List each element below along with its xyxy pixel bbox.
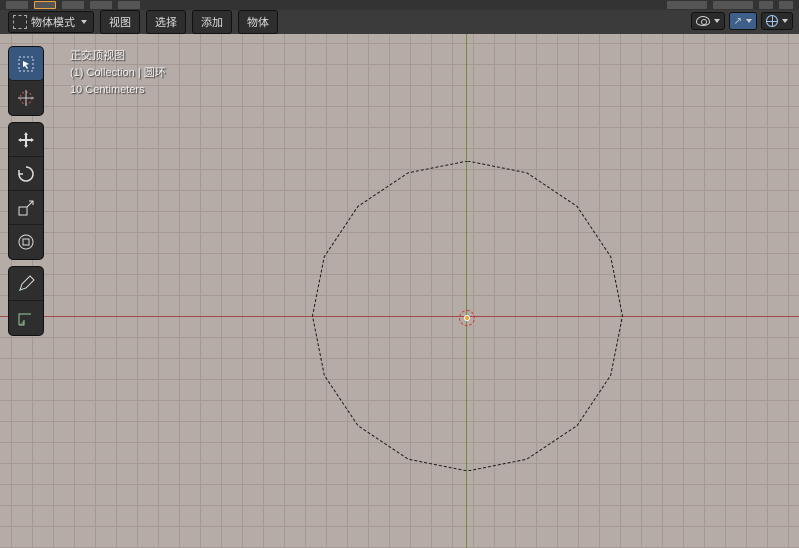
eye-icon xyxy=(696,16,710,26)
overlay-toggle[interactable] xyxy=(691,12,725,30)
rotate-icon xyxy=(16,164,36,184)
viewport-header: 物体模式 视图 选择 添加 物体 xyxy=(0,10,799,34)
title-strip xyxy=(0,0,799,10)
shading-toggle[interactable] xyxy=(761,12,793,30)
tool-rotate[interactable] xyxy=(9,157,43,191)
tool-group-select xyxy=(8,46,44,116)
tool-group-annotate xyxy=(8,266,44,336)
collection-line: (1) Collection | 圆环 xyxy=(70,65,166,82)
ruler-icon xyxy=(16,308,36,328)
select-box-icon xyxy=(16,54,36,74)
transform-icon xyxy=(16,232,36,252)
chevron-down-icon xyxy=(714,19,720,23)
chevron-down-icon xyxy=(746,19,752,23)
tool-select-box[interactable] xyxy=(9,47,43,81)
view-name: 正交顶视图 xyxy=(70,48,166,65)
tool-group-transform xyxy=(8,122,44,260)
object-mode-icon xyxy=(13,15,27,29)
tool-scale[interactable] xyxy=(9,191,43,225)
chevron-down-icon xyxy=(782,19,788,23)
tool-measure[interactable] xyxy=(9,301,43,335)
menu-select[interactable]: 选择 xyxy=(146,10,186,34)
menu-add[interactable]: 添加 xyxy=(192,10,232,34)
menu-select-label: 选择 xyxy=(155,17,177,29)
tool-move[interactable] xyxy=(9,123,43,157)
mode-label: 物体模式 xyxy=(31,14,75,30)
cursor-icon xyxy=(16,88,36,108)
viewport-3d[interactable]: 正交顶视图 (1) Collection | 圆环 10 Centimeters xyxy=(0,34,799,548)
menu-object-label: 物体 xyxy=(247,17,269,29)
toolbar-left xyxy=(8,46,44,336)
scale-icon xyxy=(16,198,36,218)
gizmo-icon: ↗ xyxy=(734,16,742,27)
cursor-3d xyxy=(459,310,475,326)
header-right-controls: ↗ xyxy=(691,12,793,30)
menu-view-label: 视图 xyxy=(109,17,131,29)
menu-object[interactable]: 物体 xyxy=(238,10,278,34)
chevron-down-icon xyxy=(81,20,87,24)
viewport-info: 正交顶视图 (1) Collection | 圆环 10 Centimeters xyxy=(70,48,166,99)
move-icon xyxy=(16,130,36,150)
tool-annotate[interactable] xyxy=(9,267,43,301)
menu-add-label: 添加 xyxy=(201,17,223,29)
globe-icon xyxy=(766,15,778,27)
pencil-icon xyxy=(16,274,36,294)
scale-line: 10 Centimeters xyxy=(70,82,166,99)
gizmo-toggle[interactable]: ↗ xyxy=(729,12,757,30)
tool-cursor[interactable] xyxy=(9,81,43,115)
tool-transform[interactable] xyxy=(9,225,43,259)
menu-view[interactable]: 视图 xyxy=(100,10,140,34)
mode-selector[interactable]: 物体模式 xyxy=(8,11,94,33)
